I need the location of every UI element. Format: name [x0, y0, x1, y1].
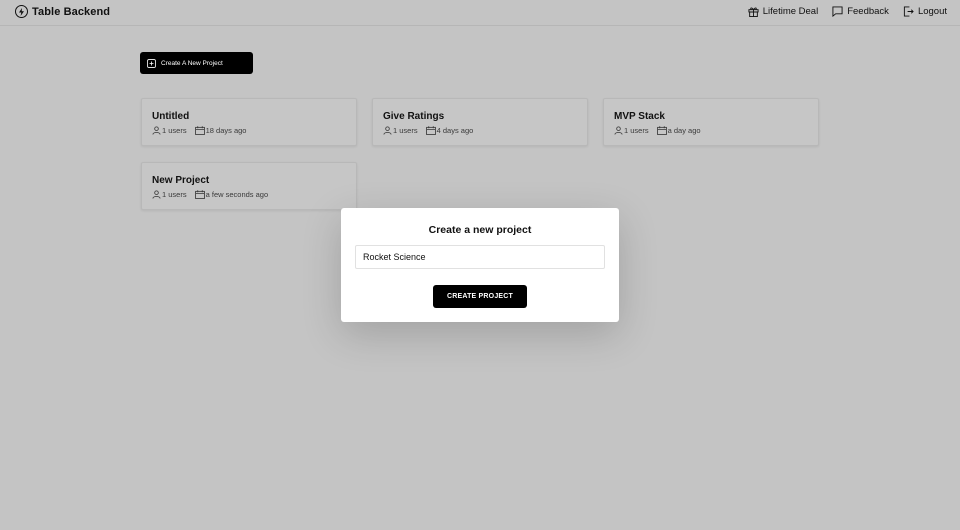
project-updated: a few seconds ago: [205, 190, 269, 199]
user-icon: [614, 126, 623, 135]
nav-lifetime-deal[interactable]: Lifetime Deal: [748, 6, 818, 17]
message-icon: [832, 6, 843, 17]
brand[interactable]: Table Backend: [15, 5, 110, 18]
project-card[interactable]: Give Ratings 1 users 4 days ago: [372, 98, 588, 146]
create-project-label: Create A New Project: [161, 59, 223, 67]
calendar-icon: [425, 126, 436, 135]
project-name: Untitled: [152, 111, 190, 122]
modal-title: Create a new project: [428, 224, 532, 236]
project-users: 1 users: [162, 126, 187, 135]
logout-icon: [903, 6, 914, 17]
project-card[interactable]: Untitled 1 users 18 days ago: [141, 98, 357, 146]
project-meta: 1 users 4 days ago: [383, 126, 481, 135]
user-icon: [152, 126, 161, 135]
brand-name: Table Backend: [32, 5, 111, 18]
bolt-circle-icon: [15, 5, 28, 18]
project-updated: a day ago: [667, 126, 701, 135]
project-card[interactable]: New Project 1 users a few seconds ago: [141, 162, 357, 210]
create-project-submit-button[interactable]: CREATE PROJECT: [433, 285, 527, 308]
project-name: MVP Stack: [614, 111, 665, 122]
project-updated: 4 days ago: [436, 126, 474, 135]
nav-label: Feedback: [847, 6, 889, 17]
calendar-icon: [656, 126, 667, 135]
top-bar: Table Backend Lifetime Deal Feedback Log…: [0, 0, 960, 26]
project-users: 1 users: [624, 126, 649, 135]
project-meta: 1 users 18 days ago: [152, 126, 254, 135]
project-name-input[interactable]: [355, 245, 605, 269]
calendar-icon: [194, 190, 205, 199]
project-updated: 18 days ago: [205, 126, 247, 135]
nav-logout[interactable]: Logout: [903, 6, 947, 17]
plus-square-icon: [147, 58, 156, 68]
gift-icon: [748, 7, 759, 17]
user-icon: [383, 126, 392, 135]
create-project-modal: Create a new project CREATE PROJECT: [341, 208, 619, 322]
project-meta: 1 users a few seconds ago: [152, 190, 276, 199]
create-project-button[interactable]: Create A New Project: [140, 52, 253, 74]
top-nav: Lifetime Deal Feedback Logout: [748, 6, 947, 17]
nav-label: Lifetime Deal: [762, 6, 819, 17]
nav-feedback[interactable]: Feedback: [832, 6, 889, 17]
project-meta: 1 users a day ago: [614, 126, 709, 135]
calendar-icon: [194, 126, 205, 135]
project-users: 1 users: [162, 190, 187, 199]
project-users: 1 users: [393, 126, 418, 135]
project-name: New Project: [152, 175, 210, 186]
project-name: Give Ratings: [383, 111, 445, 122]
nav-label: Logout: [917, 6, 947, 17]
user-icon: [152, 190, 161, 199]
project-card[interactable]: MVP Stack 1 users a day ago: [603, 98, 819, 146]
